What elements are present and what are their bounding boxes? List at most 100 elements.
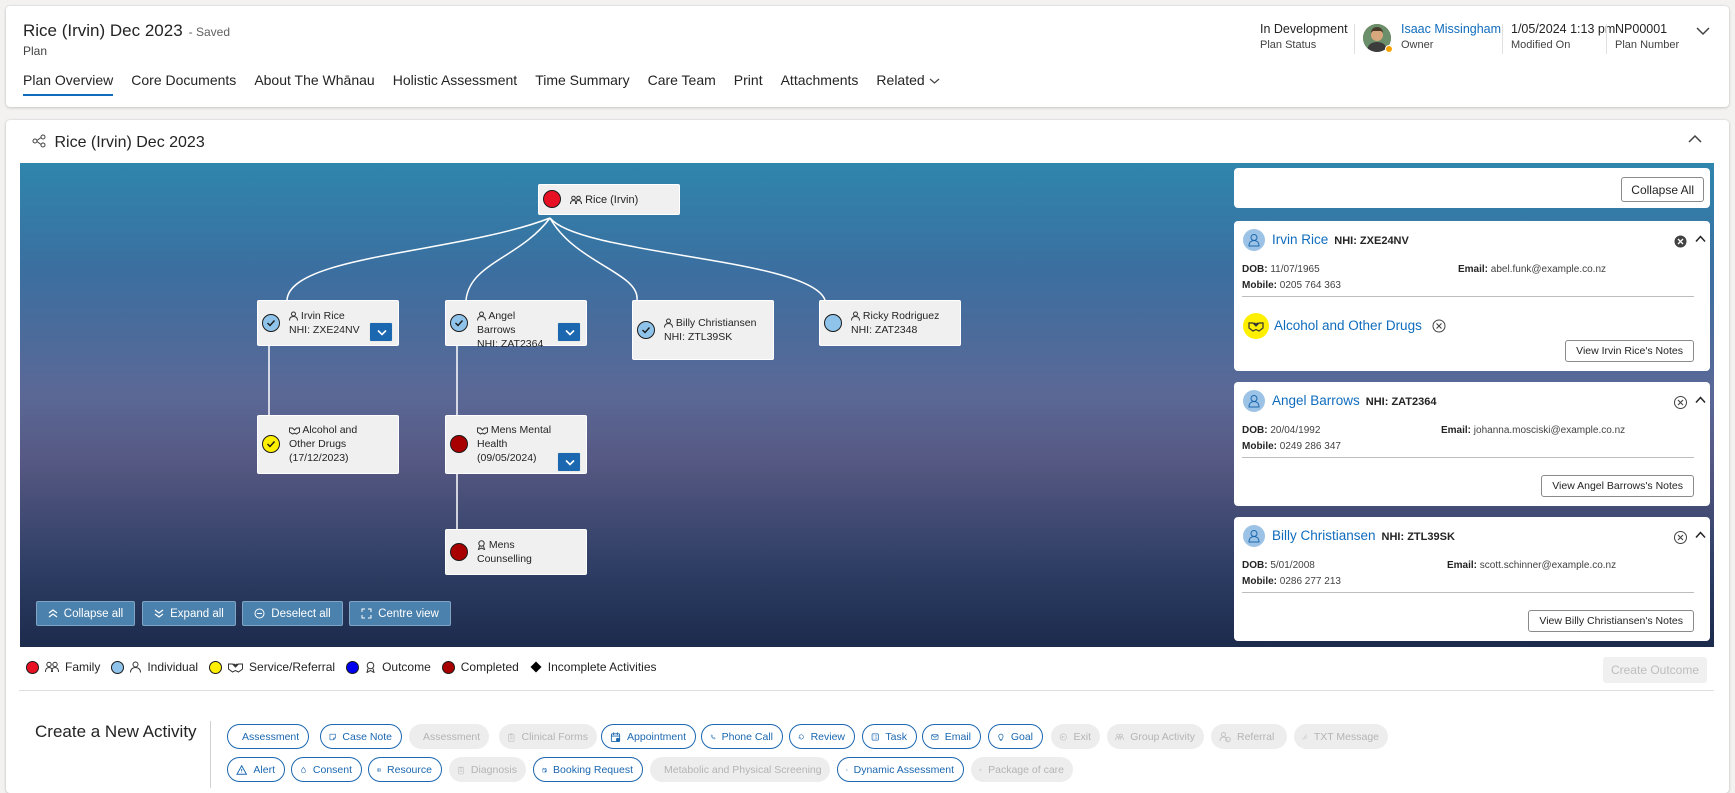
family-node[interactable]: Rice (Irvin) bbox=[538, 184, 680, 215]
clipboard-icon bbox=[457, 766, 464, 774]
outcome-node-mens-counselling[interactable]: Mens Counselling bbox=[445, 529, 587, 575]
expand-all-button[interactable]: Expand all bbox=[142, 601, 236, 626]
status-dot-family bbox=[543, 190, 561, 208]
person-nhi: NHI: ZXE24NV bbox=[1334, 235, 1409, 247]
service-line-2: Health bbox=[477, 438, 508, 450]
tab-care-team[interactable]: Care Team bbox=[648, 72, 716, 96]
activity-task-button[interactable]: Task bbox=[862, 724, 917, 749]
legend-label: Incomplete Activities bbox=[547, 660, 657, 674]
deselect-all-button[interactable]: Deselect all bbox=[242, 601, 343, 626]
tab-about-the-whanau[interactable]: About The Whānau bbox=[254, 72, 374, 96]
person-icon bbox=[130, 661, 142, 673]
owner-label: Owner bbox=[1401, 39, 1434, 51]
tab-plan-overview[interactable]: Plan Overview bbox=[23, 72, 114, 96]
remove-icon[interactable] bbox=[1432, 319, 1446, 333]
remove-icon[interactable] bbox=[1674, 396, 1687, 409]
chevron-down-icon[interactable] bbox=[1696, 26, 1710, 36]
review-icon bbox=[798, 733, 804, 739]
chevron-up-icon[interactable] bbox=[1695, 531, 1706, 539]
activity-appointment-button[interactable]: Appointment bbox=[601, 724, 696, 749]
activity-dynamic-assessment-button[interactable]: Dynamic Assessment bbox=[837, 757, 964, 782]
person-card-irvin-rice: Irvin Rice NHI: ZXE24NV DOB: 11/07/1965 E… bbox=[1234, 221, 1710, 371]
activity-review-button[interactable]: Review bbox=[789, 724, 855, 749]
collapse-all-button[interactable]: Collapse all bbox=[36, 601, 135, 626]
service-line-1: Alcohol and bbox=[302, 424, 358, 436]
mobile-label: Mobile: bbox=[1242, 441, 1277, 452]
mobile-value: 0286 277 213 bbox=[1279, 576, 1341, 587]
expand-chevron-button[interactable] bbox=[369, 322, 393, 342]
award-icon bbox=[477, 540, 486, 551]
tab-related[interactable]: Related bbox=[876, 72, 939, 96]
person-node-irvin-rice[interactable]: Irvin Rice NHI: ZXE24NV bbox=[257, 300, 399, 346]
chevron-up-icon[interactable] bbox=[1695, 396, 1706, 404]
chevron-up-icon[interactable] bbox=[1695, 235, 1706, 243]
node-name: Billy Christiansen bbox=[675, 317, 757, 329]
fullscreen-icon bbox=[361, 608, 372, 619]
centre-view-label: Centre view bbox=[378, 607, 439, 620]
person-card-angel-barrows: Angel Barrows NHI: ZAT2364 DOB: 20/04/199… bbox=[1234, 382, 1710, 506]
tab-print[interactable]: Print bbox=[734, 72, 763, 96]
node-name: Irvin Rice bbox=[300, 310, 345, 322]
modified-value: 1/05/2024 1:13 pm bbox=[1511, 22, 1616, 36]
activity-label: Task bbox=[885, 730, 907, 743]
view-notes-button[interactable]: View Irvin Rice's Notes bbox=[1565, 340, 1694, 362]
activity-label: Assessment bbox=[242, 730, 300, 743]
modified-label: Modified On bbox=[1511, 39, 1571, 51]
activity-booking-request-button[interactable]: Booking Request bbox=[533, 757, 643, 782]
owner-link[interactable]: Isaac Missingham bbox=[1401, 22, 1501, 36]
person-name-link[interactable]: Billy Christiansen bbox=[1272, 528, 1376, 543]
legend-swatch bbox=[26, 660, 39, 674]
check-icon bbox=[455, 320, 464, 327]
activity-case-note-button[interactable]: Case Note bbox=[320, 724, 402, 749]
expand-chevron-button[interactable] bbox=[557, 322, 581, 342]
centre-view-button[interactable]: Centre view bbox=[349, 601, 451, 626]
person-node-angel-barrows[interactable]: Angel Barrows NHI: ZAT2364 bbox=[445, 300, 587, 350]
relationship-map[interactable]: Rice (Irvin) Irvin Rice NHI: ZXE24NV Ang… bbox=[20, 163, 1714, 647]
activity-metabolic-and-physical-screening-button: Metabolic and Physical Screening bbox=[650, 757, 830, 782]
activity-phone-call-button[interactable]: Phone Call bbox=[701, 724, 783, 749]
dob-label: DOB: bbox=[1242, 425, 1268, 436]
activity-assessment-button[interactable]: Assessment bbox=[227, 724, 309, 749]
resource-icon bbox=[377, 767, 381, 772]
tab-core-documents[interactable]: Core Documents bbox=[131, 72, 236, 96]
remove-icon[interactable] bbox=[1674, 531, 1687, 544]
activity-email-button[interactable]: Email bbox=[922, 724, 981, 749]
legend-label: Individual bbox=[147, 660, 199, 674]
tab-attachments[interactable]: Attachments bbox=[781, 72, 859, 96]
node-name-row: Mens bbox=[477, 538, 582, 552]
activity-consent-button[interactable]: Consent bbox=[291, 757, 362, 782]
section-title: Rice (Irvin) Dec 2023 bbox=[54, 134, 205, 151]
service-node-mens-mental-health[interactable]: Mens Mental Health (09/05/2024) bbox=[445, 415, 587, 474]
expand-chevron-button[interactable] bbox=[557, 452, 581, 472]
status-dot-completed bbox=[450, 543, 468, 561]
email-value: abel.funk@example.co.nz bbox=[1490, 264, 1607, 275]
view-notes-button[interactable]: View Angel Barrows's Notes bbox=[1541, 475, 1694, 497]
activity-package-of-care-button: Package of care bbox=[971, 757, 1073, 782]
remove-filled-icon[interactable] bbox=[1674, 235, 1687, 248]
alert-icon bbox=[236, 764, 248, 775]
group-icon bbox=[1115, 733, 1125, 740]
person-node-billy-christiansen[interactable]: Billy Christiansen NHI: ZTL39SK bbox=[632, 300, 774, 360]
node-text: Mens Mental Health (09/05/2024) bbox=[477, 423, 556, 465]
tab-holistic-assessment[interactable]: Holistic Assessment bbox=[393, 72, 517, 96]
view-notes-button[interactable]: View Billy Christiansen's Notes bbox=[1528, 610, 1694, 632]
chevron-up-icon[interactable] bbox=[1688, 134, 1702, 144]
plan-title: Rice (Irvin) Dec 2023 bbox=[23, 21, 183, 40]
collapse-all-panels-button[interactable]: Collapse All bbox=[1621, 177, 1704, 202]
activity-alert-button[interactable]: Alert bbox=[227, 757, 285, 782]
handshake-icon bbox=[289, 427, 300, 435]
legend-outcome: Outcome bbox=[346, 660, 431, 674]
create-outcome-button[interactable]: Create Outcome bbox=[1603, 657, 1707, 683]
check-icon bbox=[642, 327, 651, 334]
tab-time-summary[interactable]: Time Summary bbox=[535, 72, 629, 96]
person-name-link[interactable]: Irvin Rice bbox=[1272, 232, 1328, 247]
service-node-alcohol-and-other-drugs[interactable]: Alcohol and Other Drugs (17/12/2023) bbox=[257, 415, 399, 474]
activity-resource-button[interactable]: Resource bbox=[368, 757, 442, 782]
person-name-link[interactable]: Angel Barrows bbox=[1272, 393, 1360, 408]
consent-icon bbox=[301, 766, 306, 773]
activity-exit-button: Exit bbox=[1051, 724, 1100, 749]
person-node-ricky-rodriguez[interactable]: Ricky Rodriguez NHI: ZAT2348 bbox=[819, 300, 961, 346]
activity-goal-button[interactable]: Goal bbox=[988, 724, 1043, 749]
legend-label: Completed bbox=[460, 660, 519, 674]
service-link[interactable]: Alcohol and Other Drugs bbox=[1274, 318, 1422, 333]
